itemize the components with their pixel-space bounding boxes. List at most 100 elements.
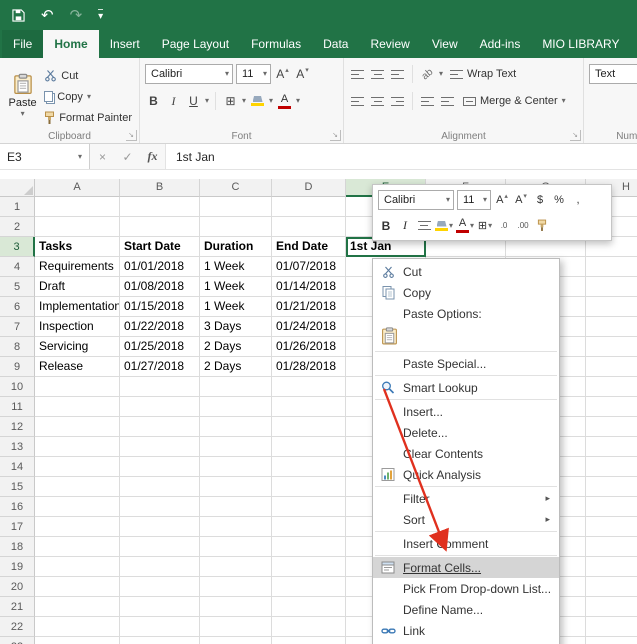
cell-C22[interactable]	[200, 617, 272, 637]
bold-button[interactable]: B	[145, 91, 162, 111]
cell-A21[interactable]	[35, 597, 120, 617]
cell-D7[interactable]: 01/24/2018	[272, 317, 346, 337]
row-header-17[interactable]: 17	[0, 517, 35, 537]
orientation-button[interactable]: ab	[419, 64, 436, 84]
row-header-14[interactable]: 14	[0, 457, 35, 477]
cell-B14[interactable]	[120, 457, 200, 477]
shrink-font-button[interactable]: A▾	[294, 64, 311, 84]
cell-D4[interactable]: 01/07/2018	[272, 257, 346, 277]
row-header-10[interactable]: 10	[0, 377, 35, 397]
cell-A18[interactable]	[35, 537, 120, 557]
cell-D15[interactable]	[272, 477, 346, 497]
cell-A4[interactable]: Requirements	[35, 257, 120, 277]
cell-C6[interactable]: 1 Week	[200, 297, 272, 317]
cell-C5[interactable]: 1 Week	[200, 277, 272, 297]
cell-H15[interactable]	[586, 477, 637, 497]
enter-button[interactable]: ✓	[115, 144, 140, 169]
cell-B17[interactable]	[120, 517, 200, 537]
cell-A11[interactable]	[35, 397, 120, 417]
fill-color-button[interactable]: ▾	[435, 216, 453, 236]
cell-D6[interactable]: 01/21/2018	[272, 297, 346, 317]
cell-B16[interactable]	[120, 497, 200, 517]
row-header-18[interactable]: 18	[0, 537, 35, 557]
format-painter-button[interactable]	[534, 216, 550, 236]
cell-C21[interactable]	[200, 597, 272, 617]
row-header-20[interactable]: 20	[0, 577, 35, 597]
font-color-button[interactable]: A	[276, 91, 293, 111]
cell-D2[interactable]	[272, 217, 346, 237]
borders-button[interactable]: ⊞▾	[477, 216, 493, 236]
column-header-C[interactable]: C	[200, 179, 272, 197]
menu-item-format-cells[interactable]: Format Cells...	[373, 557, 559, 578]
copy-button[interactable]: Copy ▾	[42, 87, 134, 106]
cell-A17[interactable]	[35, 517, 120, 537]
grow-font-button[interactable]: A▴	[274, 64, 291, 84]
cell-A10[interactable]	[35, 377, 120, 397]
cell-B5[interactable]: 01/08/2018	[120, 277, 200, 297]
menu-item-sort[interactable]: Sort▸	[373, 509, 559, 530]
tab-file[interactable]: File	[2, 30, 43, 58]
cell-D10[interactable]	[272, 377, 346, 397]
cell-A7[interactable]: Inspection	[35, 317, 120, 337]
row-header-5[interactable]: 5	[0, 277, 35, 297]
wrap-text-button[interactable]: Wrap Text	[446, 68, 520, 80]
cell-B3[interactable]: Start Date	[120, 237, 200, 257]
borders-button[interactable]: ⊞	[222, 91, 239, 111]
cell-H11[interactable]	[586, 397, 637, 417]
cell-D20[interactable]	[272, 577, 346, 597]
format-painter-button[interactable]: Format Painter	[42, 108, 134, 127]
cell-C11[interactable]	[200, 397, 272, 417]
cell-C8[interactable]: 2 Days	[200, 337, 272, 357]
row-header-12[interactable]: 12	[0, 417, 35, 437]
row-header-9[interactable]: 9	[0, 357, 35, 377]
cell-H5[interactable]	[586, 277, 637, 297]
cell-B23[interactable]	[120, 637, 200, 644]
merge-center-button[interactable]: Merge & Center▾	[459, 95, 570, 107]
row-header-11[interactable]: 11	[0, 397, 35, 417]
cell-C20[interactable]	[200, 577, 272, 597]
cell-C14[interactable]	[200, 457, 272, 477]
quick-access-dropdown[interactable]: ▾	[98, 9, 103, 22]
menu-item-define-name[interactable]: Define Name...	[373, 599, 559, 620]
column-header-B[interactable]: B	[120, 179, 200, 197]
save-button[interactable]	[12, 9, 25, 22]
cell-C18[interactable]	[200, 537, 272, 557]
column-header-D[interactable]: D	[272, 179, 346, 197]
cell-D16[interactable]	[272, 497, 346, 517]
tab-insert[interactable]: Insert	[99, 30, 151, 58]
comma-style-button[interactable]: ,	[570, 190, 586, 210]
cell-H9[interactable]	[586, 357, 637, 377]
cell-C2[interactable]	[200, 217, 272, 237]
row-header-16[interactable]: 16	[0, 497, 35, 517]
cell-D23[interactable]	[272, 637, 346, 644]
row-header-4[interactable]: 4	[0, 257, 35, 277]
cell-A16[interactable]	[35, 497, 120, 517]
cell-B1[interactable]	[120, 197, 200, 217]
cell-D17[interactable]	[272, 517, 346, 537]
cell-D19[interactable]	[272, 557, 346, 577]
formula-input[interactable]: 1st Jan	[165, 144, 637, 169]
menu-item-filter[interactable]: Filter▸	[373, 488, 559, 509]
accounting-format-button[interactable]: $	[532, 190, 548, 210]
bold-button[interactable]: B	[378, 216, 394, 236]
cell-H22[interactable]	[586, 617, 637, 637]
clipboard-dialog-launcher[interactable]: ↘	[126, 130, 137, 141]
paste-button[interactable]: Paste ▾	[5, 63, 40, 127]
cell-D21[interactable]	[272, 597, 346, 617]
cell-B20[interactable]	[120, 577, 200, 597]
cell-H8[interactable]	[586, 337, 637, 357]
cell-B6[interactable]: 01/15/2018	[120, 297, 200, 317]
cell-B19[interactable]	[120, 557, 200, 577]
cell-H19[interactable]	[586, 557, 637, 577]
cell-B22[interactable]	[120, 617, 200, 637]
font-size-combo[interactable]: 11 ▾	[236, 64, 271, 84]
cell-B15[interactable]	[120, 477, 200, 497]
menu-item-delete[interactable]: Delete...	[373, 422, 559, 443]
center-align-button[interactable]	[416, 216, 432, 236]
cell-B12[interactable]	[120, 417, 200, 437]
row-header-19[interactable]: 19	[0, 557, 35, 577]
tab-review[interactable]: Review	[359, 30, 420, 58]
cell-C23[interactable]	[200, 637, 272, 644]
cell-B10[interactable]	[120, 377, 200, 397]
cell-A20[interactable]	[35, 577, 120, 597]
